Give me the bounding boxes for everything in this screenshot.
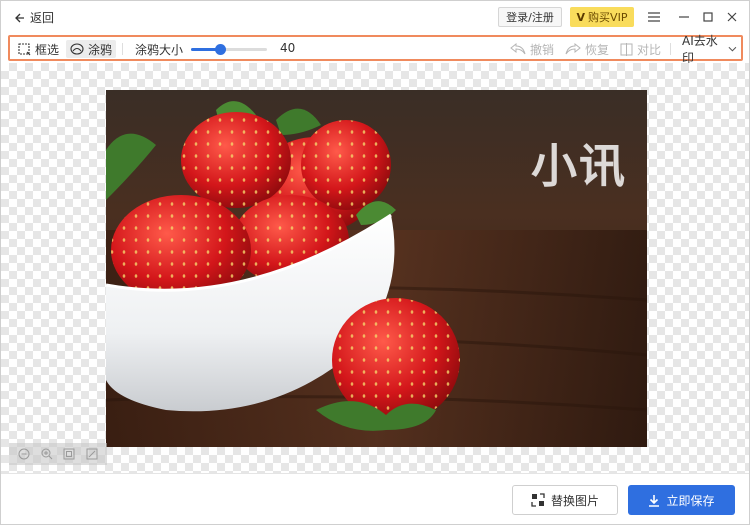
undo-label: 撤销 — [530, 42, 555, 57]
brush-size-label: 涂鸦大小 — [135, 43, 184, 57]
maximize-button[interactable] — [699, 9, 717, 25]
redo-icon — [565, 43, 581, 55]
download-icon — [649, 494, 660, 507]
undo-icon — [510, 43, 526, 55]
close-button[interactable] — [723, 9, 741, 25]
mode-dropdown[interactable]: AI去水印 — [678, 34, 741, 65]
editing-image[interactable]: 小讯 — [106, 90, 647, 447]
vip-icon: V — [576, 10, 586, 24]
brush-size-slider[interactable] — [191, 44, 267, 55]
marquee-select-icon — [18, 42, 31, 55]
replace-image-button[interactable]: 替换图片 — [512, 485, 618, 515]
undo-button[interactable]: 撤销 — [506, 40, 558, 58]
zoom-in-icon — [41, 448, 53, 460]
edit-toolbar: 框选 涂鸦 涂鸦大小 40 撤销 恢复 对比 AI去水印 — [8, 34, 743, 65]
minimize-icon — [679, 16, 689, 18]
maximize-icon — [703, 12, 713, 22]
redo-label: 恢复 — [585, 42, 610, 57]
select-tool-label: 框选 — [35, 42, 60, 57]
menu-button[interactable] — [645, 9, 663, 25]
arrow-left-icon — [15, 13, 24, 22]
actual-size-button[interactable] — [84, 446, 100, 462]
brush-icon — [70, 42, 84, 55]
login-register-button[interactable]: 登录/注册 — [498, 7, 562, 27]
brush-tool-button[interactable]: 涂鸦 — [66, 40, 117, 58]
app-window: 返回 登录/注册 V 购买VIP 框选 涂鸦 涂鸦大小 40 撤销 恢复 对比 … — [0, 0, 750, 525]
zoom-out-button[interactable] — [16, 446, 32, 462]
select-tool-button[interactable]: 框选 — [14, 40, 63, 58]
brush-tool-label: 涂鸦 — [88, 42, 113, 57]
vip-label: 购买VIP — [588, 11, 628, 24]
zoom-in-button[interactable] — [39, 446, 55, 462]
compare-button[interactable]: 对比 — [616, 40, 665, 58]
replace-image-label: 替换图片 — [550, 493, 599, 508]
brush-size-slider-handle[interactable] — [214, 44, 226, 55]
editing-canvas[interactable]: 小讯 — [1, 63, 749, 473]
chevron-down-icon — [728, 46, 737, 52]
zoom-out-icon — [18, 448, 30, 460]
actual-size-icon — [86, 448, 98, 460]
fit-screen-button[interactable] — [61, 446, 77, 462]
watermark-text: 小讯 — [531, 139, 627, 193]
redo-button[interactable]: 恢复 — [561, 40, 613, 58]
close-icon — [727, 12, 737, 22]
replace-icon — [531, 493, 545, 507]
back-button[interactable]: 返回 — [13, 9, 54, 26]
title-bar: 返回 登录/注册 V 购买VIP — [1, 1, 749, 33]
minimize-button[interactable] — [675, 9, 693, 25]
toolbar-divider — [670, 43, 671, 55]
fit-screen-icon — [63, 448, 75, 460]
compare-icon — [620, 42, 633, 56]
brush-size-value: 40 — [280, 41, 296, 55]
save-now-button[interactable]: 立即保存 — [628, 485, 735, 515]
save-now-label: 立即保存 — [666, 493, 715, 508]
buy-vip-button[interactable]: V 购买VIP — [570, 7, 634, 27]
hamburger-icon — [648, 12, 660, 22]
zoom-controls — [9, 443, 107, 465]
compare-label: 对比 — [637, 42, 662, 57]
login-label: 登录/注册 — [506, 11, 554, 24]
mode-label: AI去水印 — [682, 34, 718, 65]
action-bar: 替换图片 立即保存 — [1, 473, 749, 524]
toolbar-divider — [122, 43, 123, 55]
back-label: 返回 — [30, 11, 55, 25]
